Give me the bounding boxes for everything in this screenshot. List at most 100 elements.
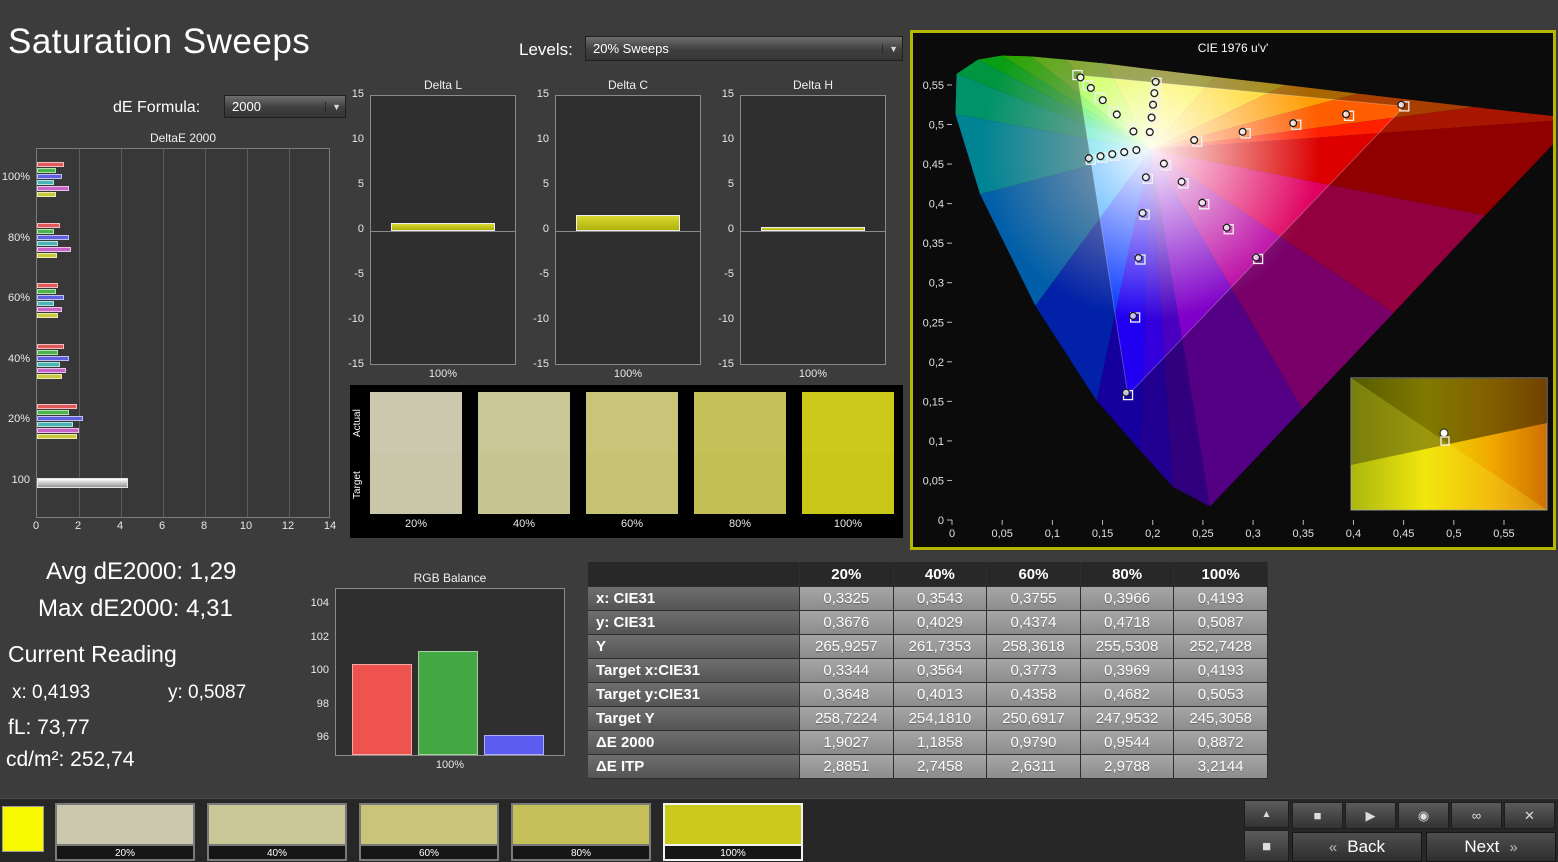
swatch-actual [694, 392, 786, 453]
axis-tick-label: 0,5 [929, 120, 944, 132]
swatch-actual [802, 392, 894, 453]
axis-tick-label: 15 [351, 88, 364, 100]
patch-button-100%[interactable] [663, 803, 803, 846]
measured-point [1439, 428, 1449, 438]
table-cell: 255,5308 [1080, 635, 1175, 659]
table-cell: 0,8872 [1174, 731, 1268, 755]
current-fl: fL: 73,77 [8, 716, 90, 739]
levels-dropdown[interactable]: 20% Sweeps ▼ [585, 36, 903, 61]
back-button-label: Back [1347, 837, 1386, 856]
swatch-target [802, 453, 894, 514]
gridline [79, 149, 80, 517]
patch-button-20%[interactable] [55, 803, 195, 846]
axis-tick-label: 0,55 [1493, 528, 1514, 540]
patch-button-40%[interactable] [207, 803, 347, 846]
record-button[interactable]: ◉ [1398, 802, 1449, 829]
axis-tick-label: 0,05 [991, 528, 1012, 540]
loop-button[interactable]: ∞ [1451, 802, 1502, 829]
chevron-down-icon: ▼ [325, 101, 341, 112]
deltae-bar-yellow [37, 313, 58, 318]
patch-button-60%[interactable] [359, 803, 499, 846]
axis-tick-label: 5 [542, 178, 549, 190]
table-cell: 2,6311 [987, 755, 1081, 779]
delta-h-title: Delta H [792, 78, 833, 92]
deltae-bar-white [37, 477, 128, 488]
avg-de2000: Avg dE2000: 1,29 [46, 558, 237, 585]
deltae-row-label: 40% [7, 352, 30, 365]
measured-point [1138, 208, 1147, 218]
gridline [247, 149, 248, 517]
swatch-target [694, 453, 786, 514]
deltae-bar-red [37, 404, 77, 409]
pager-stop-button[interactable]: ■ [1244, 830, 1289, 862]
play-button[interactable]: ▶ [1345, 802, 1396, 829]
stop-button[interactable]: ■ [1292, 802, 1343, 829]
delta-c-xlabel: 100% [613, 368, 643, 380]
table-cell: 0,3543 [893, 587, 988, 611]
de-formula-dropdown[interactable]: 2000 ▼ [224, 95, 346, 118]
axis-tick-label: 96 [316, 731, 329, 744]
deltae-bar-red [37, 343, 65, 349]
swatch-label: 60% [620, 518, 644, 530]
deltae-bar-cyan [37, 361, 61, 367]
axis-tick-label: 0 [949, 528, 955, 540]
delta_h-bar [761, 227, 865, 231]
deltae-bar-red [37, 283, 58, 288]
close-button[interactable]: ✕ [1504, 802, 1555, 829]
rgb-balance-chart [335, 588, 565, 756]
axis-tick-label: 5 [727, 178, 734, 190]
axis-tick-label: 0,15 [1092, 528, 1113, 540]
measured-point [1132, 145, 1141, 155]
chevrons-right-icon: » [1509, 838, 1518, 856]
measured-point [1289, 119, 1298, 128]
table-cell: 250,6917 [987, 707, 1081, 731]
swatch-actual [586, 392, 678, 453]
swatch-target [478, 453, 570, 514]
gridline [289, 149, 290, 517]
back-button[interactable]: « Back [1292, 832, 1422, 862]
measured-point [1129, 311, 1138, 320]
current-y: y: 0,5087 [168, 682, 247, 703]
delta-l-title: Delta L [423, 78, 463, 92]
measured-point [1341, 110, 1351, 119]
rgb-bar-red [352, 664, 412, 755]
table-cell: 3,2144 [1174, 755, 1268, 779]
deltae-bar-magenta [37, 246, 71, 252]
table-cell: 2,7458 [893, 755, 988, 779]
measured-point [1190, 136, 1199, 145]
axis-tick-label: -5 [354, 268, 364, 280]
current-x: x: 0,4193 [12, 682, 91, 703]
table-row-label: y: CIE31 [588, 611, 800, 635]
axis-tick-label: 0,3 [1245, 528, 1260, 540]
measured-point [1141, 173, 1150, 182]
measured-point [1120, 148, 1129, 157]
axis-tick-label: 15 [536, 88, 549, 100]
measured-point [1198, 198, 1207, 207]
patch-button-80%[interactable] [511, 803, 651, 846]
scroll-up-button[interactable]: ▲ [1244, 800, 1289, 828]
deltae-bar-blue [37, 174, 63, 179]
measured-point [1177, 177, 1186, 186]
table-cell: 1,1858 [893, 731, 988, 755]
axis-tick-label: 100 [310, 664, 329, 677]
table-row: y: CIE31 0,3676 0,4029 0,4374 0,4718 0,5087 [588, 611, 1268, 635]
deltae-bar-red [37, 222, 61, 228]
deltae-bar-cyan [37, 422, 73, 427]
zero-line [371, 231, 515, 232]
axis-tick-label: 0,2 [1145, 528, 1160, 540]
table-cell: 0,3966 [1080, 587, 1175, 611]
table-cell: 261,7353 [893, 635, 988, 659]
gridline [205, 149, 206, 517]
table-cell: 258,3618 [987, 635, 1081, 659]
axis-tick-label: 6 [158, 520, 166, 532]
deltae-bar-red [37, 162, 65, 167]
axis-tick-label: 0,25 [923, 317, 944, 329]
deltae-bar-magenta [37, 186, 69, 191]
max-de2000: Max dE2000: 4,31 [38, 595, 233, 622]
next-button[interactable]: Next » [1426, 832, 1556, 862]
table-header-row: 20% 40% 60% 80% 100% [588, 562, 1268, 587]
swatch-row-label: Actual [352, 409, 363, 437]
axis-tick-label: -15 [718, 358, 734, 370]
axis-tick-label: 0,4 [1346, 528, 1361, 540]
measured-point [1134, 253, 1143, 262]
